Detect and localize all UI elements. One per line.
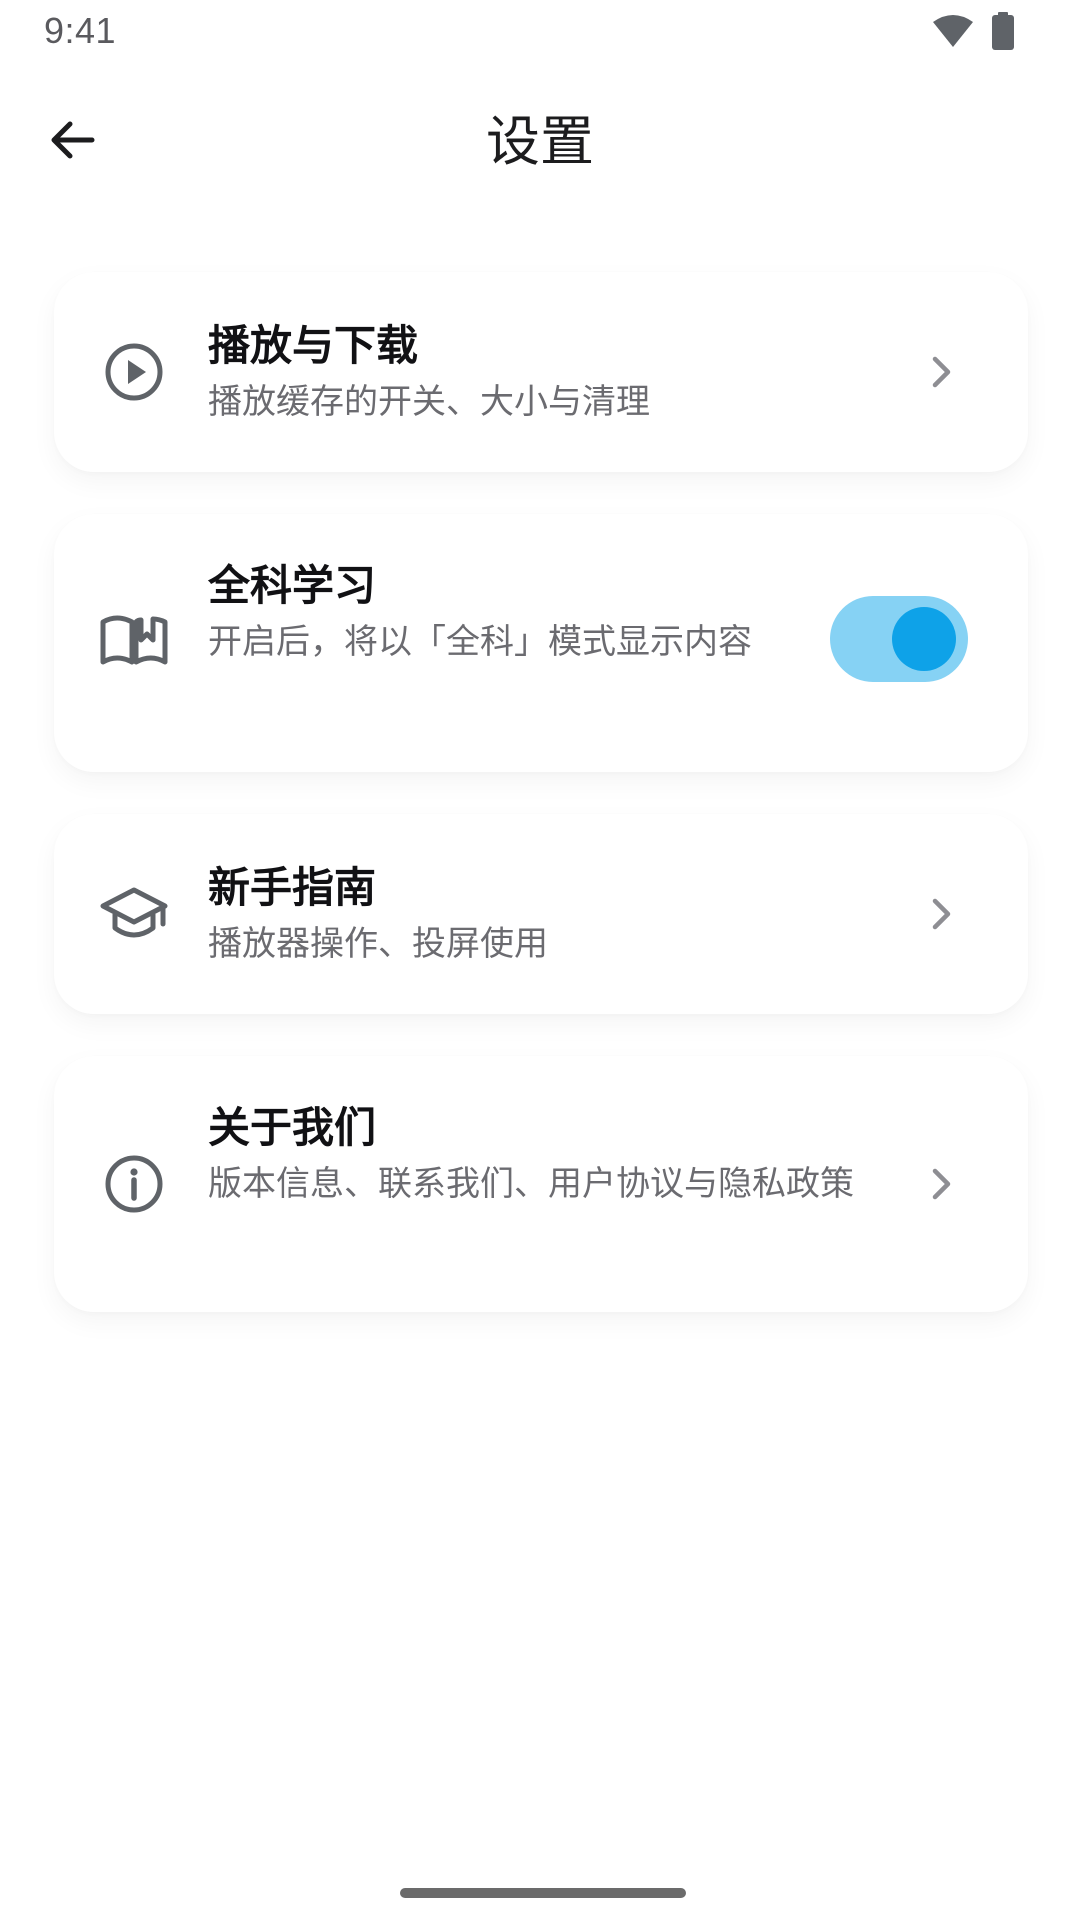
settings-item-title: 全科学习 — [208, 561, 377, 610]
chevron-right-icon — [922, 352, 962, 392]
info-circle-icon — [98, 1148, 170, 1220]
home-indicator[interactable] — [400, 1888, 686, 1898]
settings-item-subtitle: 播放器操作、投屏使用 — [208, 924, 548, 964]
page-title: 设置 — [486, 110, 594, 173]
wifi-icon — [932, 14, 974, 52]
settings-item-beginner-guide[interactable]: 新手指南 播放器操作、投屏使用 — [54, 814, 1028, 1014]
toggle-knob — [892, 607, 956, 671]
status-icons — [932, 12, 1014, 54]
settings-item-about-us[interactable]: 关于我们 版本信息、联系我们、用户协议与隐私政策 — [54, 1056, 1028, 1312]
chevron-right-icon — [922, 894, 962, 934]
settings-item-subtitle: 版本信息、联系我们、用户协议与隐私政策 — [208, 1164, 854, 1204]
app-bar: 设置 — [0, 90, 1080, 190]
settings-item-text: 全科学习 开启后，将以「全科」模式显示内容 — [208, 558, 768, 668]
status-time: 9:41 — [44, 10, 117, 51]
open-book-icon — [98, 604, 170, 676]
settings-item-text: 播放与下载 播放缓存的开关、大小与清理 — [208, 318, 650, 428]
settings-item-title: 关于我们 — [208, 1103, 377, 1152]
graduation-cap-icon — [98, 878, 170, 950]
settings-item-title: 播放与下载 — [208, 321, 419, 370]
settings-item-full-subject: 全科学习 开启后，将以「全科」模式显示内容 — [54, 514, 1028, 772]
battery-icon — [992, 12, 1014, 54]
settings-item-text: 关于我们 版本信息、联系我们、用户协议与隐私政策 — [208, 1100, 908, 1210]
status-bar: 9:41 — [0, 0, 1080, 64]
settings-screen: 9:41 设置 播放与下载 播放缓存的开关、大小与清理 全科学习 开启后，将以「… — [0, 0, 1080, 1920]
full-subject-toggle[interactable] — [830, 596, 968, 682]
settings-item-text: 新手指南 播放器操作、投屏使用 — [208, 860, 548, 970]
settings-item-subtitle: 播放缓存的开关、大小与清理 — [208, 382, 650, 422]
settings-item-playback-download[interactable]: 播放与下载 播放缓存的开关、大小与清理 — [54, 272, 1028, 472]
settings-item-title: 新手指南 — [208, 863, 377, 912]
settings-item-subtitle: 开启后，将以「全科」模式显示内容 — [208, 622, 752, 662]
play-circle-icon — [98, 336, 170, 408]
chevron-right-icon — [922, 1164, 962, 1204]
